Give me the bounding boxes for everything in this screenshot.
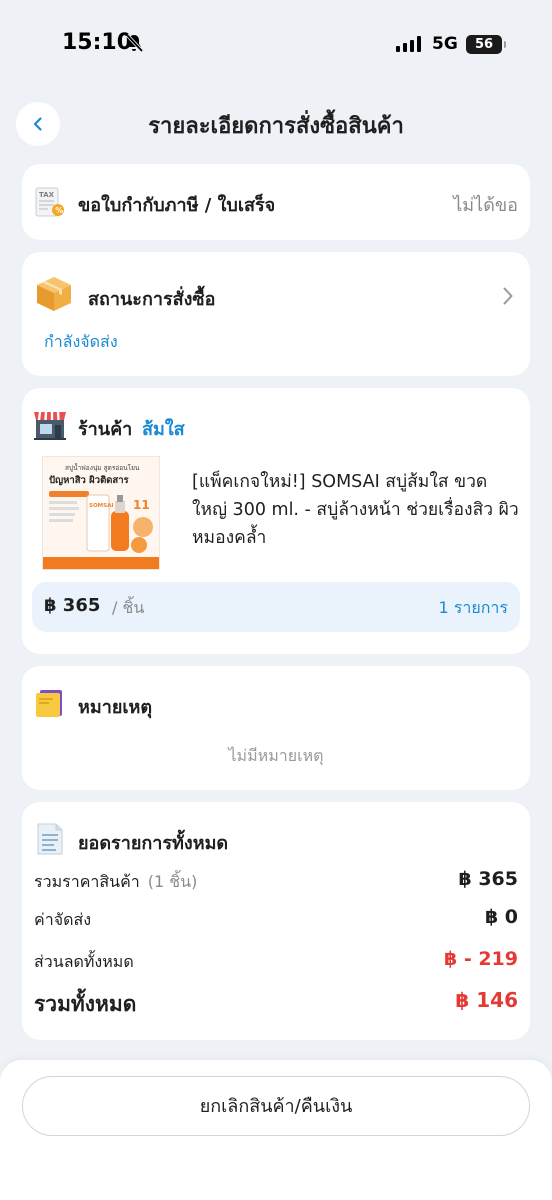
price-bar: ฿ 365 / ชิ้น 1 รายการ: [32, 582, 520, 632]
network-type: 5G: [432, 34, 458, 54]
note-card: หมายเหตุ ไม่มีหมายเหตุ: [22, 666, 530, 790]
order-status-label: สถานะการสั่งซื้อ: [88, 289, 216, 310]
order-status-row[interactable]: สถานะการสั่งซื้อ กำลังจัดส่ง: [22, 252, 530, 376]
receipt-icon: [36, 822, 64, 860]
item-count: 1 รายการ: [438, 598, 508, 617]
tax-invoice-row[interactable]: TAX % ขอใบกำกับภาษี / ใบเสร็จ ไม่ได้ขอ: [22, 164, 530, 240]
order-status-value: กำลังจัดส่ง: [44, 332, 118, 351]
discount-label: ส่วนลดทั้งหมด: [34, 952, 134, 971]
order-summary-card: ยอดรายการทั้งหมด รวมราคาสินค้า (1 ชิ้น) ฿…: [22, 802, 530, 1040]
box-icon: [34, 274, 74, 318]
total-value: ฿ 146: [455, 988, 518, 1012]
shop-name-link[interactable]: ส้มใส: [142, 414, 185, 443]
bell-off-icon: [124, 33, 144, 57]
total-label: รวมทั้งหมด: [34, 992, 137, 1016]
summary-label: ยอดรายการทั้งหมด: [78, 833, 229, 854]
tax-invoice-value: ไม่ได้ขอ: [453, 195, 518, 216]
product-image-number: 11: [133, 498, 150, 512]
signal-icon: [396, 36, 421, 52]
subtotal-label: รวมราคาสินค้า (1 ชิ้น): [34, 872, 198, 891]
note-icon: [34, 688, 66, 724]
subtotal-value: ฿ 365: [458, 868, 519, 890]
shipping-label: ค่าจัดส่ง: [34, 910, 92, 929]
store-icon: [32, 406, 68, 446]
page-title: รายละเอียดการสั่งซื้อสินค้า: [148, 114, 404, 139]
unit-price: ฿ 365: [44, 595, 101, 616]
note-empty-text: ไม่มีหมายเหตุ: [228, 746, 324, 765]
svg-text:TAX: TAX: [39, 191, 55, 199]
product-thumbnail[interactable]: สบู่น้ำฟองนุ่ม สูตรอ่อนโยน ปัญหาสิว ผิวต…: [42, 456, 160, 570]
price-unit: / ชิ้น: [112, 598, 145, 617]
status-time: 15:10: [62, 30, 133, 55]
total-row: รวมทั้งหมด ฿ 146: [34, 988, 518, 1016]
chevron-right-icon: [502, 286, 514, 310]
product-image-heading: สบู่น้ำฟองนุ่ม สูตรอ่อนโยน: [65, 463, 140, 472]
tax-invoice-label: ขอใบกำกับภาษี / ใบเสร็จ: [78, 195, 276, 216]
product-image-line: ปัญหาสิว ผิวติดสาร: [49, 474, 130, 486]
product-title[interactable]: [แพ็คเกจใหม่!] SOMSAI สบู่ส้มใส ขวดใหญ่ …: [192, 468, 520, 552]
subtotal-row: รวมราคาสินค้า (1 ชิ้น) ฿ 365: [34, 868, 518, 896]
product-image-brand: SOMSAI: [89, 503, 113, 509]
shop-label: ร้านค้า: [78, 419, 133, 440]
shop-card: ร้านค้า ส้มใส สบู่น้ำฟองนุ่ม สูตรอ่อนโยน…: [22, 388, 530, 654]
subtotal-qty: (1 ชิ้น): [147, 872, 198, 891]
tax-document-icon: TAX %: [34, 186, 66, 222]
bottom-action-bar: ยกเลิกสินค้า/คืนเงิน: [0, 1060, 552, 1200]
discount-row: ส่วนลดทั้งหมด ฿ - 219: [34, 948, 518, 976]
svg-text:%: %: [55, 206, 63, 215]
back-button[interactable]: [16, 102, 60, 146]
battery-icon: 56: [466, 35, 506, 54]
chevron-left-icon: [33, 117, 42, 131]
status-bar: 15:10 5G 56: [0, 0, 552, 90]
cancel-refund-button[interactable]: ยกเลิกสินค้า/คืนเงิน: [22, 1076, 530, 1136]
shipping-value: ฿ 0: [484, 906, 518, 928]
shipping-row: ค่าจัดส่ง ฿ 0: [34, 906, 518, 934]
note-label: หมายเหตุ: [78, 697, 153, 718]
discount-value: ฿ - 219: [444, 948, 518, 970]
